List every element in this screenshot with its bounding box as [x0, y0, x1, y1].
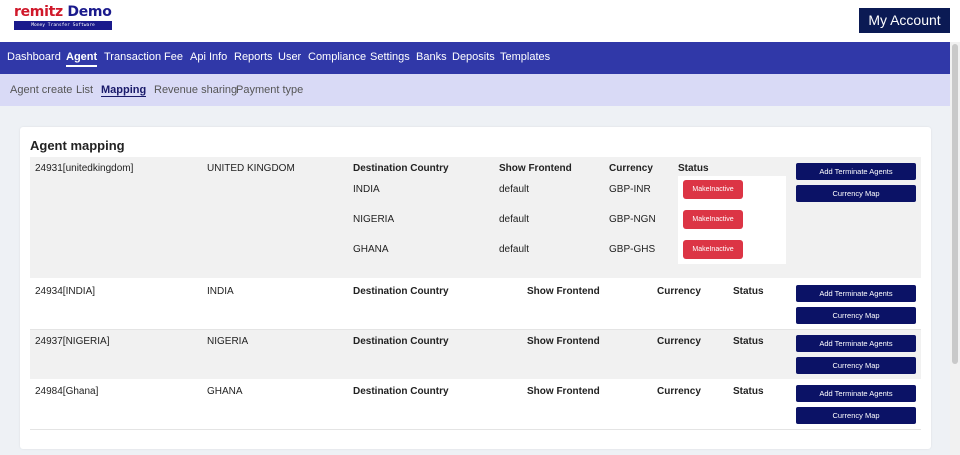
- mapping-currency: GBP-NGN: [609, 214, 656, 225]
- logo[interactable]: remitz Demo Money Transfer Software: [14, 4, 112, 31]
- agent-id: 24934[INDIA]: [35, 286, 96, 297]
- page-title: Agent mapping: [30, 138, 125, 153]
- header-show-frontend: Show Frontend: [527, 386, 600, 397]
- header-status: Status: [733, 286, 764, 297]
- header-show-frontend: Show Frontend: [527, 286, 600, 297]
- nav-deposits[interactable]: Deposits: [452, 42, 495, 74]
- currency-map-button[interactable]: Currency Map: [796, 357, 916, 374]
- nav-api-info[interactable]: Api Info: [190, 42, 227, 74]
- header-currency: Currency: [657, 286, 701, 297]
- sub-nav: Agent create List Mapping Revenue sharin…: [0, 74, 950, 106]
- agent-country: INDIA: [207, 286, 234, 297]
- agent-row-24934: 24934[INDIA] INDIA Destination Country S…: [30, 279, 921, 329]
- subnav-mapping[interactable]: Mapping: [101, 74, 147, 106]
- top-header: remitz Demo Money Transfer Software My A…: [0, 0, 960, 42]
- header-show-frontend: Show Frontend: [499, 163, 572, 174]
- add-terminate-agents-button[interactable]: Add Terminate Agents: [796, 163, 916, 180]
- agent-row-24984: 24984[Ghana] GHANA Destination Country S…: [30, 379, 921, 429]
- agent-country: UNITED KINGDOM: [207, 163, 295, 174]
- logo-text: remitz Demo: [14, 4, 112, 20]
- subnav-payment-type[interactable]: Payment type: [236, 74, 303, 106]
- agent-country: GHANA: [207, 386, 243, 397]
- header-status: Status: [678, 163, 709, 174]
- agent-id: 24931[unitedkingdom]: [35, 163, 134, 174]
- currency-map-button[interactable]: Currency Map: [796, 185, 916, 202]
- mapping-frontend: default: [499, 214, 530, 225]
- agent-row-24937: 24937[NIGERIA] NIGERIA Destination Count…: [30, 330, 921, 379]
- mapping-currency: GBP-INR: [609, 184, 651, 195]
- add-terminate-agents-button[interactable]: Add Terminate Agents: [796, 285, 916, 302]
- make-inactive-button[interactable]: MakeInactive: [683, 240, 743, 259]
- header-currency: Currency: [657, 336, 701, 347]
- mapping-frontend: default: [499, 184, 530, 195]
- logo-tagline: Money Transfer Software: [14, 21, 112, 30]
- nav-agent[interactable]: Agent: [66, 42, 98, 74]
- header-currency: Currency: [609, 163, 653, 174]
- nav-templates[interactable]: Templates: [500, 42, 550, 74]
- agent-id: 24937[NIGERIA]: [35, 336, 110, 347]
- mapping-destination: INDIA: [353, 184, 380, 195]
- mapping-frontend: default: [499, 244, 530, 255]
- header-destination-country: Destination Country: [353, 386, 449, 397]
- header-currency: Currency: [657, 386, 701, 397]
- header-status: Status: [733, 386, 764, 397]
- add-terminate-agents-button[interactable]: Add Terminate Agents: [796, 385, 916, 402]
- currency-map-button[interactable]: Currency Map: [796, 307, 916, 324]
- nav-fee[interactable]: Fee: [164, 42, 183, 74]
- nav-settings[interactable]: Settings: [370, 42, 410, 74]
- make-inactive-button[interactable]: MakeInactive: [683, 180, 743, 199]
- nav-transaction[interactable]: Transaction: [104, 42, 161, 74]
- header-destination-country: Destination Country: [353, 336, 449, 347]
- header-show-frontend: Show Frontend: [527, 336, 600, 347]
- add-terminate-agents-button[interactable]: Add Terminate Agents: [796, 335, 916, 352]
- header-status: Status: [733, 336, 764, 347]
- subnav-list[interactable]: List: [76, 74, 93, 106]
- subnav-agent-create[interactable]: Agent create: [10, 74, 72, 106]
- agent-country: NIGERIA: [207, 336, 249, 347]
- scrollbar-thumb[interactable]: [952, 44, 958, 364]
- my-account-button[interactable]: My Account: [859, 8, 950, 33]
- mapping-currency: GBP-GHS: [609, 244, 656, 255]
- nav-banks[interactable]: Banks: [416, 42, 447, 74]
- row-divider: [30, 429, 921, 430]
- nav-user[interactable]: User: [278, 42, 301, 74]
- subnav-revenue-sharing[interactable]: Revenue sharing: [154, 74, 237, 106]
- header-destination-country: Destination Country: [353, 163, 449, 174]
- mapping-destination: GHANA: [353, 244, 389, 255]
- nav-reports[interactable]: Reports: [234, 42, 273, 74]
- header-destination-country: Destination Country: [353, 286, 449, 297]
- currency-map-button[interactable]: Currency Map: [796, 407, 916, 424]
- agent-id: 24984[Ghana]: [35, 386, 99, 397]
- nav-compliance[interactable]: Compliance: [308, 42, 366, 74]
- make-inactive-button[interactable]: MakeInactive: [683, 210, 743, 229]
- agent-row-24931: 24931[unitedkingdom] UNITED KINGDOM Dest…: [30, 157, 921, 278]
- mapping-destination: NIGERIA: [353, 214, 395, 225]
- nav-dashboard[interactable]: Dashboard: [7, 42, 61, 74]
- main-nav: Dashboard Agent Transaction Fee Api Info…: [0, 42, 960, 74]
